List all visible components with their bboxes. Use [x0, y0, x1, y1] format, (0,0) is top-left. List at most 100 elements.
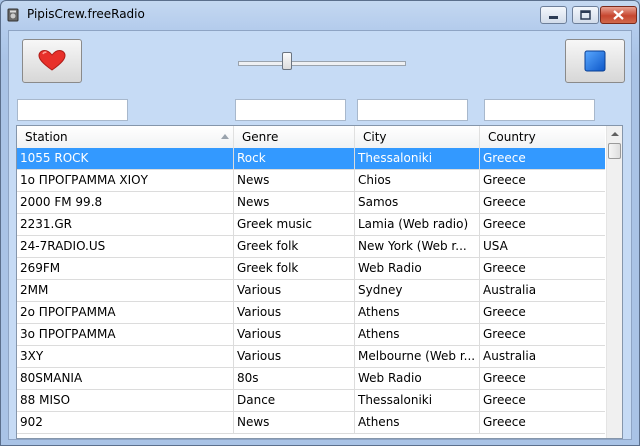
scroll-thumb[interactable] — [608, 143, 621, 159]
volume-track — [238, 61, 406, 66]
heart-icon — [38, 49, 66, 71]
stop-button[interactable] — [565, 39, 625, 83]
sort-ascending-icon — [221, 134, 229, 139]
city-cell: Samos — [355, 192, 480, 213]
table-header: Station Genre City Country — [17, 126, 605, 149]
app-window: PipisCrew.freeRadio Station Genre City C… — [0, 0, 640, 446]
country-cell: Greece — [483, 393, 526, 407]
country-filter-input[interactable] — [484, 99, 595, 121]
country-cell: Greece — [483, 327, 526, 341]
country-cell: Greece — [483, 195, 526, 209]
genre-cell: Greek folk — [234, 236, 355, 257]
volume-slider[interactable] — [238, 52, 406, 70]
close-button[interactable] — [600, 6, 637, 24]
city-cell: Web Radio — [355, 368, 480, 389]
city-cell: Athens — [355, 324, 480, 345]
country-cell: USA — [483, 239, 508, 253]
column-header-country[interactable]: Country — [480, 126, 605, 148]
maximize-icon — [580, 10, 591, 20]
station-cell: 902 — [17, 412, 234, 433]
genre-filter-input[interactable] — [235, 99, 346, 121]
table-row[interactable]: 269FM Greek folk Web Radio Greece — [17, 258, 605, 280]
city-cell: Athens — [355, 302, 480, 323]
table-row[interactable]: 1055 ROCK Rock Thessaloniki Greece — [17, 148, 605, 170]
table-row[interactable]: 902 News Athens Greece — [17, 412, 605, 434]
table-row[interactable]: 2231.GR Greek music Lamia (Web radio) Greec… — [17, 214, 605, 236]
table-row[interactable]: 1ο ΠΡΟΓΡΑΜΜΑ ΧΙΟΥ News Chios Greece — [17, 170, 605, 192]
station-cell: 24-7RADIO.US — [17, 236, 234, 257]
genre-cell: Various — [234, 346, 355, 367]
genre-cell: Various — [234, 302, 355, 323]
city-cell: New York (Web r... — [355, 236, 480, 257]
genre-cell: News — [234, 192, 355, 213]
maximize-button[interactable] — [572, 6, 599, 24]
column-header-station[interactable]: Station — [17, 126, 234, 148]
station-cell: 1055 ROCK — [17, 148, 234, 169]
column-header-label: City — [363, 130, 387, 144]
table-row[interactable]: 80SMANIA 80s Web Radio Greece — [17, 368, 605, 390]
city-cell: Web Radio — [355, 258, 480, 279]
stop-icon — [584, 50, 606, 72]
station-cell: 269FM — [17, 258, 234, 279]
station-cell: 3XY — [17, 346, 234, 367]
country-cell: Greece — [483, 415, 526, 429]
table-row[interactable]: 3XY Various Melbourne (Web r... Australia — [17, 346, 605, 368]
window-title: PipisCrew.freeRadio — [27, 7, 145, 21]
genre-cell: Rock — [234, 148, 355, 169]
city-cell: Thessaloniki — [355, 148, 480, 169]
vertical-scrollbar[interactable] — [606, 126, 622, 438]
minimize-button[interactable] — [540, 6, 567, 24]
genre-cell: News — [234, 170, 355, 191]
station-cell: 2ο ΠΡΟΓΡΑΜΜΑ — [17, 302, 234, 323]
city-cell: Lamia (Web radio) — [355, 214, 480, 235]
column-header-genre[interactable]: Genre — [234, 126, 355, 148]
country-cell: Greece — [483, 371, 526, 385]
genre-cell: Dance — [234, 390, 355, 411]
minimize-icon — [549, 16, 558, 19]
station-cell: 2231.GR — [17, 214, 234, 235]
genre-cell: Various — [234, 280, 355, 301]
favorite-button[interactable] — [22, 39, 82, 83]
genre-cell: Greek music — [234, 214, 355, 235]
table-row[interactable]: 88 MISO Dance Thessaloniki Greece — [17, 390, 605, 412]
genre-cell: News — [234, 412, 355, 433]
column-header-city[interactable]: City — [355, 126, 480, 148]
country-cell: Greece — [483, 261, 526, 275]
station-cell: 3ο ΠΡΟΓΡΑΜΜΑ — [17, 324, 234, 345]
genre-cell: Various — [234, 324, 355, 345]
station-cell: 1ο ΠΡΟΓΡΑΜΜΑ ΧΙΟΥ — [17, 170, 234, 191]
country-cell: Australia — [483, 349, 537, 363]
city-cell: Athens — [355, 412, 480, 433]
city-filter-input[interactable] — [357, 99, 468, 121]
station-filter-input[interactable] — [17, 99, 128, 121]
table-row[interactable]: 24-7RADIO.US Greek folk New York (Web r...… — [17, 236, 605, 258]
close-icon — [613, 10, 624, 20]
table-row[interactable]: 2ο ΠΡΟΓΡΑΜΜΑ Various Athens Greece — [17, 302, 605, 324]
main-panel: Station Genre City Country 1055 ROCK Rock… — [8, 30, 632, 440]
title-bar[interactable]: PipisCrew.freeRadio — [1, 1, 639, 29]
stations-table: Station Genre City Country 1055 ROCK Rock… — [16, 125, 623, 439]
station-cell: 80SMANIA — [17, 368, 234, 389]
station-cell: 88 MISO — [17, 390, 234, 411]
table-row[interactable]: 2MM Various Sydney Australia — [17, 280, 605, 302]
table-row[interactable]: 3ο ΠΡΟΓΡΑΜΜΑ Various Athens Greece — [17, 324, 605, 346]
table-row[interactable]: 2000 FM 99.8 News Samos Greece — [17, 192, 605, 214]
table-body: 1055 ROCK Rock Thessaloniki Greece 1ο ΠΡΟΓΡΑ… — [17, 148, 605, 434]
station-cell: 2MM — [17, 280, 234, 301]
column-header-label: Country — [488, 130, 536, 144]
app-icon — [7, 8, 19, 22]
scroll-up-arrow-icon — [611, 132, 619, 136]
column-header-label: Genre — [242, 130, 279, 144]
city-cell: Sydney — [355, 280, 480, 301]
station-cell: 2000 FM 99.8 — [17, 192, 234, 213]
city-cell: Chios — [355, 170, 480, 191]
country-cell: Greece — [483, 305, 526, 319]
country-cell: Australia — [483, 283, 537, 297]
genre-cell: 80s — [234, 368, 355, 389]
column-header-label: Station — [25, 130, 68, 144]
city-cell: Melbourne (Web r... — [355, 346, 480, 367]
scroll-up-button[interactable] — [607, 126, 622, 142]
country-cell: Greece — [483, 151, 526, 165]
volume-thumb[interactable] — [282, 52, 292, 70]
city-cell: Thessaloniki — [355, 390, 480, 411]
